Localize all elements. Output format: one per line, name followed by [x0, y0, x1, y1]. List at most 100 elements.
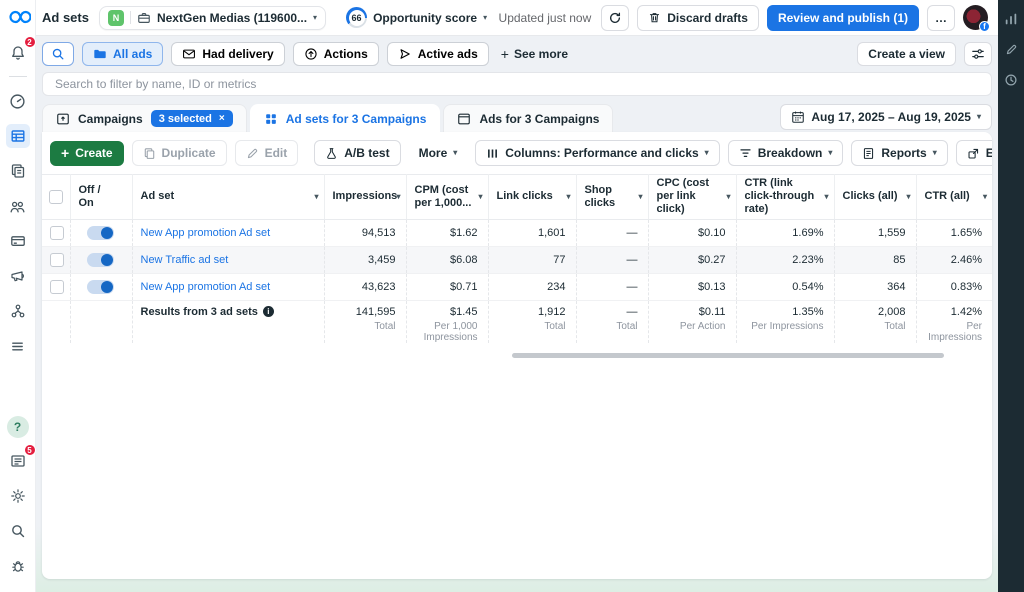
filter-had-delivery[interactable]: Had delivery: [171, 42, 284, 66]
create-view-button[interactable]: Create a view: [857, 42, 956, 66]
cell-cpm: $0.71: [406, 273, 488, 300]
discard-drafts-button[interactable]: Discard drafts: [637, 5, 759, 31]
updated-status: Updated just now: [499, 11, 592, 25]
ab-test-button[interactable]: A/B test: [314, 140, 400, 166]
arrow-up-circle-icon: [304, 47, 318, 61]
select-all-checkbox[interactable]: [49, 190, 63, 204]
tab-ads[interactable]: Ads for 3 Campaigns: [443, 104, 613, 132]
sort-caret-icon[interactable]: ▾: [566, 192, 570, 202]
adset-toggle[interactable]: [87, 280, 114, 294]
megaphone-icon: [10, 268, 26, 284]
more-label: More: [419, 146, 448, 160]
column-header-impressions: Impressions: [333, 190, 398, 202]
nav-campaigns[interactable]: [6, 124, 30, 148]
nav-audiences[interactable]: [6, 194, 30, 218]
adset-toggle[interactable]: [87, 253, 114, 267]
sort-caret-icon[interactable]: ▾: [824, 192, 828, 202]
rail-divider: [9, 76, 27, 77]
tab-campaigns-label: Campaigns: [78, 112, 143, 126]
bell-icon: [10, 45, 26, 61]
info-icon[interactable]: [263, 306, 274, 317]
total-ctr-link: 1.35%: [745, 306, 824, 318]
nav-account-overview[interactable]: [6, 89, 30, 113]
close-icon[interactable]: ×: [219, 114, 225, 124]
whats-new-button[interactable]: 5: [6, 449, 30, 473]
opportunity-score-dropdown[interactable]: 66 Opportunity score ▾: [346, 7, 487, 28]
sort-caret-icon[interactable]: ▾: [906, 192, 910, 202]
filter-actions-label: Actions: [324, 47, 368, 61]
sort-caret-icon[interactable]: ▾: [396, 192, 400, 202]
view-settings-button[interactable]: [964, 42, 992, 66]
reports-dropdown[interactable]: Reports ▾: [851, 140, 947, 166]
cell-impressions: 43,623: [324, 273, 406, 300]
create-button[interactable]: + Create: [50, 141, 124, 166]
sort-caret-icon[interactable]: ▾: [983, 192, 987, 202]
filter-active-ads-label: Active ads: [418, 47, 478, 61]
global-search-button[interactable]: [6, 519, 30, 543]
chevron-down-icon: ▾: [933, 149, 937, 157]
ellipsis-icon: …: [935, 11, 947, 25]
account-selector[interactable]: N NextGen Medias (119600... ▾: [99, 6, 326, 30]
notifications-button[interactable]: 2: [6, 41, 30, 65]
see-more-filters-button[interactable]: + See more: [497, 46, 572, 62]
ads-tab-icon: [457, 112, 471, 126]
edit-panel-button[interactable]: [1005, 43, 1018, 56]
insights-button[interactable]: [1004, 12, 1018, 26]
sort-caret-icon[interactable]: ▾: [478, 192, 482, 202]
row-checkbox[interactable]: [50, 280, 64, 294]
right-tool-rail: [998, 0, 1024, 592]
row-checkbox[interactable]: [50, 226, 64, 240]
account-avatar: N: [108, 10, 124, 26]
help-button[interactable]: ?: [7, 416, 29, 438]
columns-dropdown[interactable]: Columns: Performance and clicks ▾: [475, 140, 719, 166]
adset-toggle[interactable]: [87, 226, 114, 240]
envelope-icon: [182, 47, 196, 61]
review-publish-button[interactable]: Review and publish (1): [767, 5, 919, 31]
bug-report-button[interactable]: [6, 554, 30, 578]
nav-advertising-settings[interactable]: [6, 264, 30, 288]
campaigns-tab-icon: [56, 112, 70, 126]
cell-ctr-all: 1.65%: [916, 219, 992, 246]
clock-icon: [1004, 73, 1018, 87]
chevron-down-icon: ▾: [977, 113, 981, 121]
user-avatar[interactable]: f: [963, 5, 988, 30]
sort-caret-icon[interactable]: ▾: [638, 192, 642, 202]
adset-name-link[interactable]: New Traffic ad set: [141, 254, 229, 266]
export-button[interactable]: Export: [956, 140, 992, 166]
nav-billing[interactable]: [6, 229, 30, 253]
flask-icon: [325, 147, 338, 160]
row-checkbox[interactable]: [50, 253, 64, 267]
selected-filter-badge[interactable]: 3 selected ×: [151, 110, 233, 127]
more-actions-button[interactable]: More ▾: [409, 140, 468, 166]
sort-caret-icon[interactable]: ▾: [726, 192, 730, 202]
settings-button[interactable]: [6, 484, 30, 508]
column-header-cpm: CPM (cost per 1,000...: [415, 184, 472, 209]
refresh-button[interactable]: [601, 5, 629, 31]
cell-ctr-link: 2.23%: [736, 246, 834, 273]
create-label: Create: [75, 146, 112, 160]
nav-business-structure[interactable]: [6, 299, 30, 323]
table-row: New Traffic ad set 3,459 $6.08 77 — $0.2…: [42, 246, 992, 273]
nav-ads-reporting[interactable]: [6, 159, 30, 183]
adset-name-link[interactable]: New App promotion Ad set: [141, 281, 271, 293]
column-header-cpc: CPC (cost per link click): [657, 177, 710, 215]
edit-button[interactable]: Edit: [235, 140, 299, 166]
table-search-input[interactable]: [42, 72, 992, 96]
breakdown-dropdown[interactable]: Breakdown ▾: [728, 140, 844, 166]
filter-actions[interactable]: Actions: [293, 42, 379, 66]
filter-search-button[interactable]: [42, 42, 74, 66]
nav-all-tools[interactable]: [6, 334, 30, 358]
horizontal-scrollbar[interactable]: [512, 353, 944, 358]
history-button[interactable]: [1004, 73, 1018, 87]
sort-caret-icon[interactable]: ▾: [314, 192, 318, 202]
duplicate-button[interactable]: Duplicate: [132, 140, 227, 166]
more-options-button[interactable]: …: [927, 5, 955, 31]
adset-name-link[interactable]: New App promotion Ad set: [141, 227, 271, 239]
filter-all-ads[interactable]: All ads: [82, 42, 163, 66]
filter-right-group: Create a view: [857, 42, 992, 66]
tab-ad-sets[interactable]: Ad sets for 3 Campaigns: [250, 104, 441, 132]
date-range-picker[interactable]: Aug 17, 2025 – Aug 19, 2025 ▾: [780, 104, 992, 130]
gear-icon: [10, 488, 26, 504]
filter-active-ads[interactable]: Active ads: [387, 42, 489, 66]
tab-campaigns[interactable]: Campaigns 3 selected ×: [42, 104, 247, 132]
